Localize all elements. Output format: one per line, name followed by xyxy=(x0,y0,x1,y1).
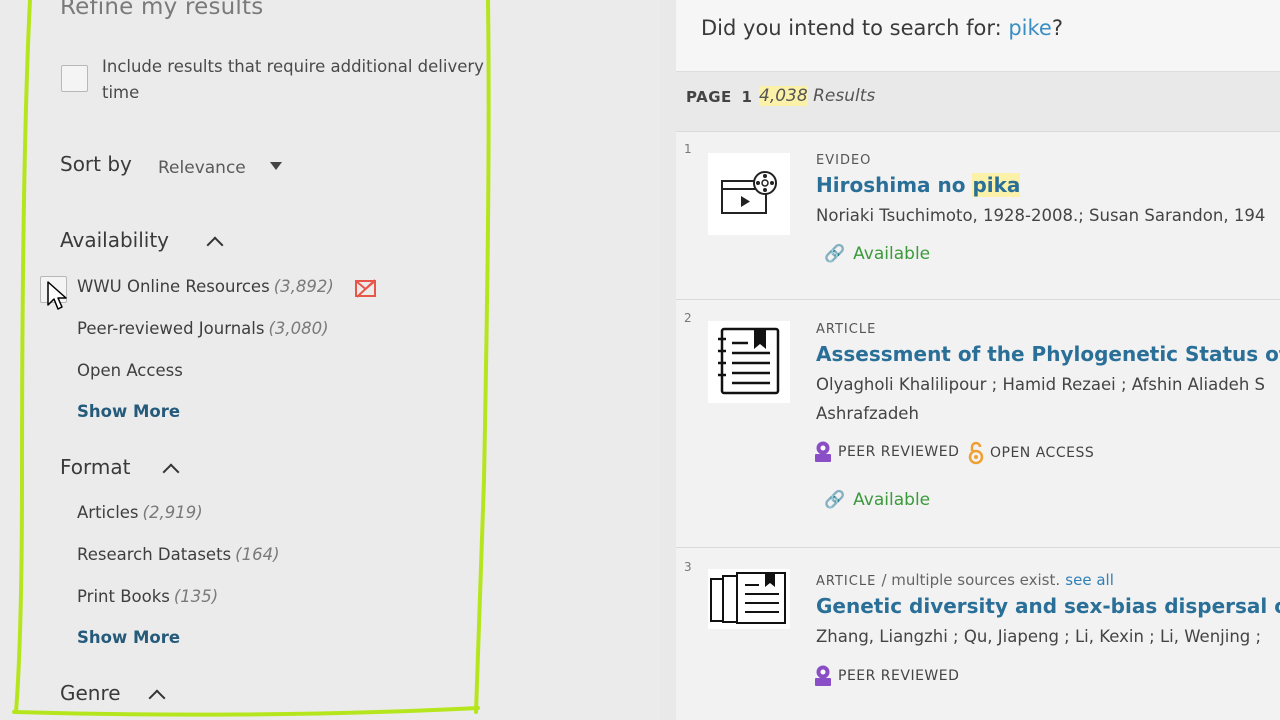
did-you-mean-bar: Did you intend to search for: pike? xyxy=(676,0,1280,72)
did-you-mean-text: Did you intend to search for: pike? xyxy=(701,16,1063,40)
open-access-badge: OPEN ACCESS xyxy=(968,441,1094,465)
multiple-sources-icon xyxy=(710,572,786,624)
chevron-up-icon[interactable] xyxy=(206,236,224,254)
facet-label: Open Access xyxy=(77,361,183,380)
result-number: 2 xyxy=(684,311,692,325)
result-title[interactable]: Hiroshima no pika xyxy=(816,173,1021,197)
link-icon: 🔗 xyxy=(824,244,846,264)
page-indicator: PAGE 1 xyxy=(686,88,752,106)
availability-heading[interactable]: Availability xyxy=(60,228,169,252)
result-item: 1 EVIDEO Hiroshima no pika Noriaki Tsuch… xyxy=(676,132,1280,300)
result-authors: Noriaki Tsuchimoto, 1928-2008.; Susan Sa… xyxy=(816,206,1266,225)
facet-count: (3,080) xyxy=(268,319,329,338)
facet-count: (3,892) xyxy=(273,277,334,296)
result-number: 1 xyxy=(684,142,692,156)
title-text: Hiroshima no xyxy=(816,173,973,197)
genre-heading[interactable]: Genre xyxy=(60,681,121,705)
mouse-cursor-icon xyxy=(47,281,67,310)
results-count-number: 4,038 xyxy=(759,86,808,106)
page-number: 1 xyxy=(741,88,753,106)
facet-count: (2,919) xyxy=(142,503,203,522)
did-you-mean-prefix: Did you intend to search for: xyxy=(701,16,1009,40)
peer-reviewed-icon xyxy=(815,441,831,462)
exclude-icon[interactable] xyxy=(354,278,378,300)
peer-reviewed-badge: PEER REVIEWED xyxy=(814,441,959,463)
facet-item-print-books[interactable]: Print Books (135) xyxy=(77,587,218,606)
article-icon xyxy=(718,327,780,395)
result-item: 2 ARTICLE Assessment of the Phylogenetic… xyxy=(676,300,1280,548)
result-title[interactable]: Assessment of the Phylogenetic Status of… xyxy=(816,342,1280,366)
facet-item-wwu-online[interactable]: WWU Online Resources (3,892) xyxy=(77,277,334,296)
sort-select[interactable]: Relevance xyxy=(158,158,246,178)
refine-panel: Refine my results Include results that r… xyxy=(0,0,660,720)
result-number: 3 xyxy=(684,560,692,574)
availability-text: Available xyxy=(853,244,931,264)
chevron-up-icon[interactable] xyxy=(148,689,166,707)
article-thumbnail[interactable] xyxy=(708,321,790,403)
sort-label: Sort by xyxy=(60,152,132,176)
format-show-more[interactable]: Show More xyxy=(77,628,180,647)
peer-reviewed-icon xyxy=(815,665,831,686)
facet-item-open-access[interactable]: Open Access xyxy=(77,361,183,380)
facet-item-peer-reviewed[interactable]: Peer-reviewed Journals (3,080) xyxy=(77,319,329,338)
result-title[interactable]: Genetic diversity and sex-bias dispersal… xyxy=(816,594,1280,618)
page-bar: PAGE 1 4,038 Results xyxy=(676,72,1280,132)
caret-down-icon[interactable] xyxy=(270,162,282,170)
availability-text: Available xyxy=(853,490,931,510)
open-access-icon xyxy=(968,441,984,465)
link-icon: 🔗 xyxy=(824,490,846,510)
multi-article-thumbnail[interactable] xyxy=(708,569,790,629)
availability-status[interactable]: 🔗 Available xyxy=(824,490,930,510)
result-type: ARTICLE xyxy=(816,322,877,337)
facet-label: WWU Online Resources xyxy=(77,277,270,296)
video-thumbnail[interactable] xyxy=(708,153,790,235)
refine-title: Refine my results xyxy=(60,0,264,20)
facet-count: (164) xyxy=(235,545,280,564)
open-access-text: OPEN ACCESS xyxy=(990,445,1095,461)
availability-show-more[interactable]: Show More xyxy=(77,402,180,421)
result-authors-line-2: Ashrafzadeh xyxy=(816,404,919,423)
peer-reviewed-text: PEER REVIEWED xyxy=(838,444,960,460)
video-icon xyxy=(721,171,777,214)
did-you-mean-link[interactable]: pike xyxy=(1008,16,1052,40)
facet-item-research-datasets[interactable]: Research Datasets (164) xyxy=(77,545,280,564)
facet-label: Peer-reviewed Journals xyxy=(77,319,265,338)
peer-reviewed-badge: PEER REVIEWED xyxy=(814,665,959,687)
results-word: Results xyxy=(813,86,876,106)
result-authors-line-1: Olyagholi Khalilipour ; Hamid Rezaei ; A… xyxy=(816,375,1266,394)
result-type-label: ARTICLE xyxy=(816,574,877,589)
facet-label: Research Datasets xyxy=(77,545,232,564)
facet-count: (135) xyxy=(173,587,219,606)
format-heading[interactable]: Format xyxy=(60,455,130,479)
see-all-link[interactable]: see all xyxy=(1065,571,1114,589)
facet-item-articles[interactable]: Articles (2,919) xyxy=(77,503,203,522)
facet-label: Print Books xyxy=(77,587,170,606)
result-type: ARTICLE / multiple sources exist. see al… xyxy=(816,571,1114,589)
delivery-checkbox[interactable] xyxy=(61,65,88,92)
results-count: 4,038 Results xyxy=(759,86,875,106)
result-type: EVIDEO xyxy=(816,153,872,168)
multiple-sources-note: / multiple sources exist. xyxy=(881,571,1061,589)
annotation-highlight-box xyxy=(12,0,491,717)
did-you-mean-suffix: ? xyxy=(1051,16,1063,40)
title-highlight: pika xyxy=(972,173,1021,197)
result-item: 3 ARTICLE / multiple sources exist. see … xyxy=(676,548,1280,720)
delivery-label[interactable]: Include results that require additional … xyxy=(102,54,522,106)
peer-reviewed-text: PEER REVIEWED xyxy=(838,668,960,684)
result-authors: Zhang, Liangzhi ; Qu, Jiapeng ; Li, Kexi… xyxy=(816,627,1262,646)
availability-status[interactable]: 🔗 Available xyxy=(824,244,930,264)
facet-label: Articles xyxy=(77,503,139,522)
chevron-up-icon[interactable] xyxy=(162,463,180,481)
page-label: PAGE xyxy=(686,88,732,106)
